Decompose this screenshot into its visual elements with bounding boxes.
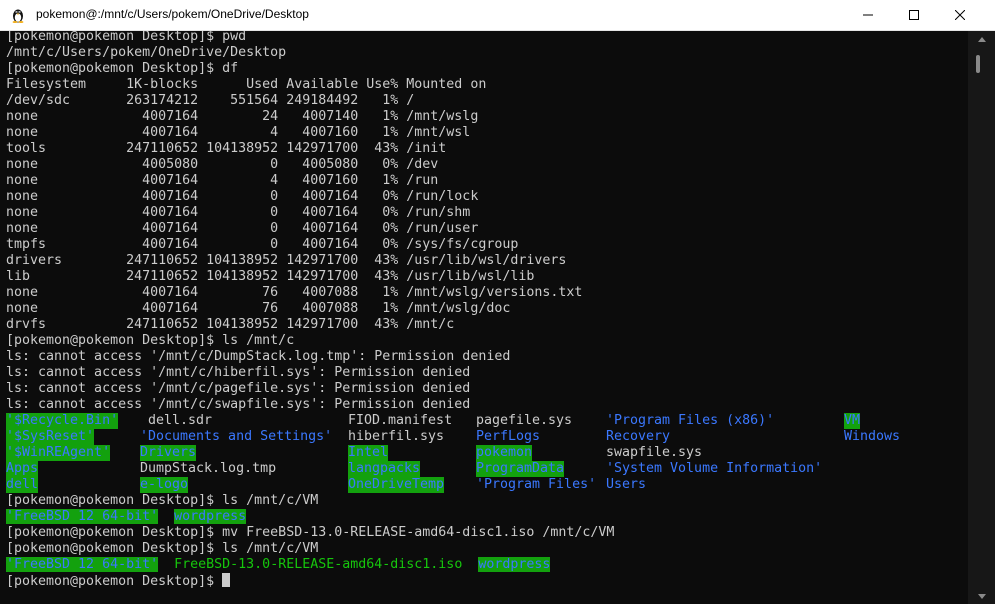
close-button[interactable] [937,0,983,30]
ls-entry: Recovery [606,429,671,444]
terminal-window: pokemon@:/mnt/c/Users/pokem/OneDrive/Des… [0,0,995,604]
ls-entry: hiberfil.sys [348,429,445,444]
terminal-line: /dev/sdc 263174212 551564 249184492 1% / [6,93,415,108]
ls-entry: DumpStack.log.tmp [140,461,277,476]
ls-row: Apps DumpStack.log.tmp langpacks ProgramDat… [6,461,822,477]
line-segment [462,557,478,572]
terminal-line: tools 247110652 104138952 142971700 43% … [6,141,447,156]
ls-entry: 'Program Files' [476,477,597,492]
scroll-up-icon [977,36,986,42]
ls-entry: 'Program Files (x86)' [606,413,775,428]
ls-entry: Intel [348,445,389,461]
ls-entry: OneDriveTemp [348,477,445,493]
ls-entry: 'Documents and Settings' [140,429,333,444]
vertical-scrollbar[interactable] [968,31,995,604]
line-segment [158,557,174,572]
line-segment: [pokemon@pokemon Desktop]$ ls /mnt/c/VM [6,541,319,556]
line-segment: wordpress [174,509,247,524]
line-segment: FreeBSD-13.0-RELEASE-amd64-disc1.iso [174,557,463,572]
ls-entry: pagefile.sys [476,413,573,428]
ls-entry: Apps [6,461,39,477]
terminal-line: [pokemon@pokemon Desktop]$ ls /mnt/c [6,333,295,348]
ls-row: '$Recycle.Bin' dell.sdr FIOD.manifest page… [6,413,861,429]
scroll-down-icon [977,593,986,599]
ls-entry: '$Recycle.Bin' [6,413,119,429]
ls-entry: '$SysReset' [6,429,95,445]
line-segment: [pokemon@pokemon Desktop]$ ls /mnt/c/VM [6,493,319,508]
terminal-line: ls: cannot access '/mnt/c/pagefile.sys':… [6,381,471,396]
maximize-icon [909,10,919,20]
ls-entry: Users [606,477,647,492]
ls-entry: Drivers [140,445,197,461]
terminal-line: none 4007164 0 4007164 0% /run/user [6,221,479,236]
ls-row: '$SysReset' 'Documents and Settings' hiber… [6,429,900,445]
terminal-line: [pokemon@pokemon Desktop]$ ls /mnt/c/VM [6,541,614,557]
ls-entry: dell.sdr [140,413,213,428]
terminal-lines: [pokemon@pokemon Desktop]$ pwd/mnt/c/Use… [6,31,900,589]
terminal-line: ls: cannot access '/mnt/c/DumpStack.log.… [6,349,511,364]
terminal-line: ls: cannot access '/mnt/c/swapfile.sys':… [6,397,471,412]
terminal-line: Filesystem 1K-blocks Used Available Use%… [6,77,487,92]
close-icon [955,10,965,20]
terminal-line: none 4007164 76 4007088 1% /mnt/wslg/ver… [6,285,583,300]
terminal-line: [pokemon@pokemon Desktop]$ df [6,61,239,76]
ls-entry: ProgramData [476,461,565,477]
ls-entry: 'System Volume Information' [606,461,823,476]
terminal-line: none 4007164 0 4007164 0% /run/lock [6,189,479,204]
terminal-line: drvfs 247110652 104138952 142971700 43% … [6,317,455,332]
minimize-button[interactable] [845,0,891,30]
terminal-line: drivers 247110652 104138952 142971700 43… [6,253,567,268]
terminal-line: none 4007164 4 4007160 1% /mnt/wsl [6,125,471,140]
terminal-line: [pokemon@pokemon Desktop]$ ls /mnt/c/VM [6,493,614,509]
terminal-line: none 4007164 4 4007160 1% /run [6,173,439,188]
ls-entry: pokemon [476,445,533,461]
terminal-line: none 4007164 0 4007164 0% /run/shm [6,205,471,220]
line-segment: [pokemon@pokemon Desktop]$ mv FreeBSD-13… [6,525,615,540]
scroll-up-button[interactable] [968,31,995,47]
title-bar[interactable]: pokemon@:/mnt/c/Users/pokem/OneDrive/Des… [0,0,995,31]
line-segment: wordpress [478,557,551,572]
terminal-line: none 4005080 0 4005080 0% /dev [6,157,439,172]
maximize-button[interactable] [891,0,937,30]
scrollbar-thumb[interactable] [976,55,980,73]
ls-entry: Windows [844,429,901,444]
terminal-line: [pokemon@pokemon Desktop]$ pwd [6,31,247,44]
terminal-line: none 4007164 24 4007140 1% /mnt/wslg [6,109,479,124]
scroll-down-button[interactable] [968,588,995,604]
ls-row: '$WinREAgent' Drivers Intel pokemon swapfile… [6,445,702,461]
terminal-line: none 4007164 76 4007088 1% /mnt/wslg/doc [6,301,511,316]
ls-row: dell e-logo OneDriveTemp 'Program Files' Use… [6,477,646,493]
window-title: pokemon@:/mnt/c/Users/pokem/OneDrive/Des… [36,7,309,21]
ls-entry: swapfile.sys [606,445,703,460]
minimize-icon [863,14,873,16]
line-segment: 'FreeBSD 12 64-bit' [6,509,159,524]
terminal-line: ls: cannot access '/mnt/c/hiberfil.sys':… [6,365,471,380]
text-cursor [222,573,231,587]
line-segment [158,509,174,524]
ls-entry: VM [844,413,861,429]
terminal-line: tmpfs 4007164 0 4007164 0% /sys/fs/cgrou… [6,237,519,252]
terminal-line: 'FreeBSD 12 64-bit' FreeBSD-13.0-RELEASE… [6,557,614,573]
ls-entry: '$WinREAgent' [6,445,111,461]
terminal-line: [pokemon@pokemon Desktop]$ mv FreeBSD-13… [6,525,614,541]
ls-entry: PerfLogs [476,429,541,444]
terminal-line: lib 247110652 104138952 142971700 43% /u… [6,269,535,284]
terminal-line: /mnt/c/Users/pokem/OneDrive/Desktop [6,45,287,60]
terminal-line: 'FreeBSD 12 64-bit' wordpress [6,509,614,525]
ls-entry: langpacks [348,461,421,477]
prompt-line: [pokemon@pokemon Desktop]$ [6,573,614,589]
ls-entry: FIOD.manifest [348,413,453,428]
line-segment: [pokemon@pokemon Desktop]$ [6,574,223,589]
line-segment: 'FreeBSD 12 64-bit' [6,557,159,572]
tux-icon [12,9,24,23]
terminal-output[interactable]: [pokemon@pokemon Desktop]$ pwd/mnt/c/Use… [0,31,968,604]
ls-entry: e-logo [140,477,189,493]
ls-entry: dell [6,477,39,493]
